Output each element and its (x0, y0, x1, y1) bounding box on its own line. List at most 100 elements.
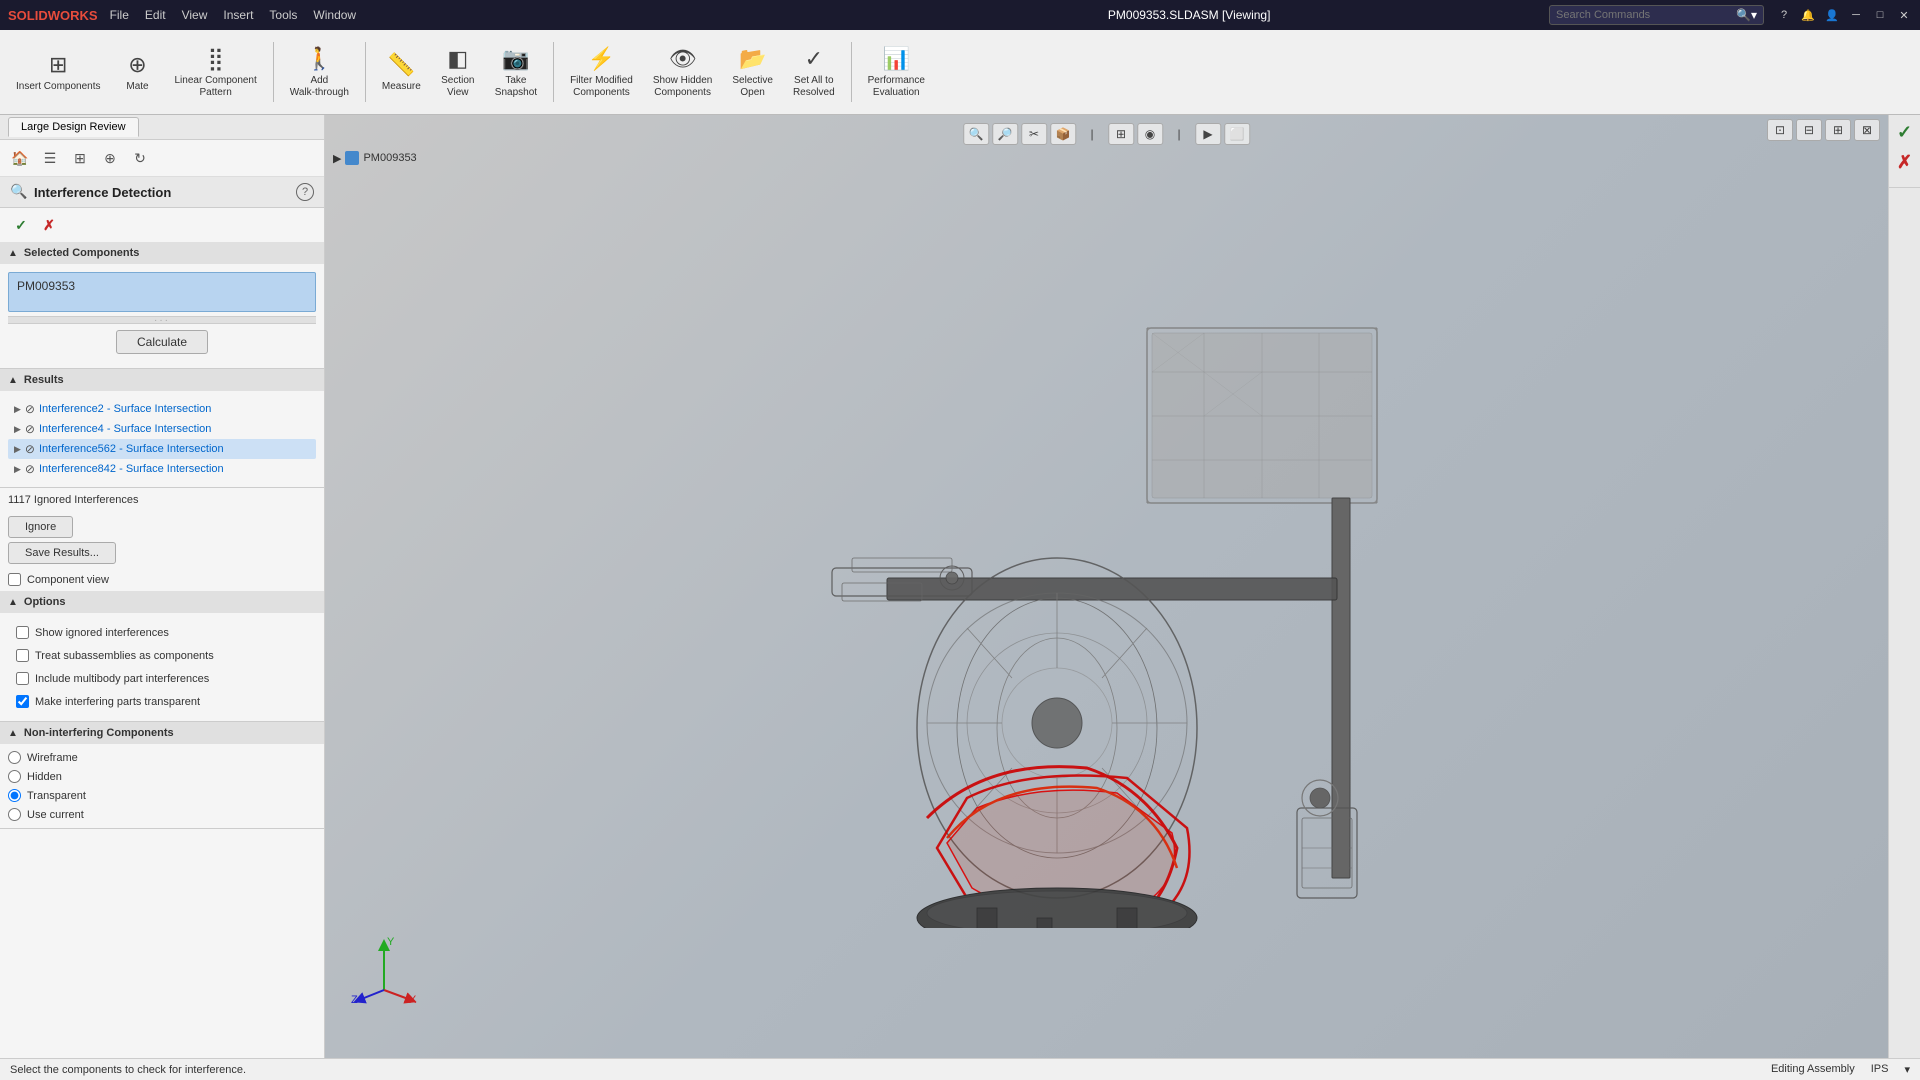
panel-content: 🔍 Interference Detection ? ✓ ✗ ▲ Selecte… (0, 177, 324, 1058)
ignore-button[interactable]: Ignore (8, 516, 73, 538)
result-item[interactable]: ▶⊘Interference4 - Surface Intersection (8, 419, 316, 439)
toolbar-section-view[interactable]: ◧ Section View (433, 36, 483, 108)
toolbar-filter-modified[interactable]: ⚡ Filter Modified Components (562, 36, 641, 108)
toolbar-mate[interactable]: ⊕ Mate (113, 36, 163, 108)
toolbar-set-resolved[interactable]: ✓ Set All to Resolved (785, 36, 843, 108)
non-interfering-option-row[interactable]: Hidden (8, 767, 316, 786)
right-cancel-icon[interactable]: ✗ (1892, 149, 1918, 175)
options-header[interactable]: ▲ Options (0, 591, 324, 613)
vp-trim-icon[interactable]: ✂ (1021, 123, 1047, 145)
panel-add-icon[interactable]: ⊕ (98, 146, 122, 170)
search-input[interactable] (1556, 9, 1736, 21)
help-button[interactable]: ? (296, 183, 314, 201)
units-status: IPS (1871, 1063, 1889, 1076)
menu-view[interactable]: View (182, 8, 208, 22)
toolbar-add-walkthrough[interactable]: 🚶 Add Walk-through (282, 36, 357, 108)
user-icon[interactable]: 👤 (1824, 7, 1840, 23)
panel-refresh-icon[interactable]: ↻ (128, 146, 152, 170)
vp-maximize-icon[interactable]: ⊞ (1825, 119, 1851, 141)
vp-view1-icon[interactable]: ⊞ (1108, 123, 1134, 145)
selected-components-header[interactable]: ▲ Selected Components (0, 242, 324, 264)
component-view-checkbox[interactable] (8, 573, 21, 586)
viewport[interactable]: 🔍 🔎 ✂ 📦 | ⊞ ◉ | ▶ ⬜ ▶ PM009353 (325, 115, 1888, 1058)
3d-model (757, 308, 1457, 928)
toolbar-insert-components[interactable]: ⊞ Insert Components (8, 36, 109, 108)
vp-box-icon[interactable]: 📦 (1050, 123, 1076, 145)
selected-components-box[interactable]: PM009353 (8, 272, 316, 312)
menu-tools[interactable]: Tools (269, 8, 297, 22)
help-icon[interactable]: ? (1776, 7, 1792, 23)
measure-icon: 📏 (388, 52, 415, 78)
assembly-icon (345, 151, 359, 165)
non-interfering-radio[interactable] (8, 808, 21, 821)
toolbar-linear-pattern[interactable]: ⣿ Linear Component Pattern (167, 36, 265, 108)
non-interfering-option-row[interactable]: Wireframe (8, 748, 316, 767)
result-item[interactable]: ▶⊘Interference562 - Surface Intersection (8, 439, 316, 459)
selective-open-icon: 📂 (739, 46, 766, 72)
vp-fit-icon[interactable]: ⊡ (1767, 119, 1793, 141)
non-interfering-radio[interactable] (8, 770, 21, 783)
option-checkbox[interactable] (16, 672, 29, 685)
non-interfering-chevron-icon: ▲ (8, 728, 18, 739)
option-row[interactable]: Make interfering parts transparent (8, 690, 316, 713)
performance-eval-label: Performance Evaluation (868, 75, 925, 99)
vp-minimize-icon[interactable]: ⊟ (1796, 119, 1822, 141)
non-interfering-option-row[interactable]: Use current (8, 805, 316, 824)
close-button[interactable]: ✕ (1896, 7, 1912, 23)
performance-eval-icon: 📊 (883, 46, 910, 72)
vp-close-view-icon[interactable]: ⊠ (1854, 119, 1880, 141)
component-view-row[interactable]: Component view (0, 568, 324, 591)
option-checkbox[interactable] (16, 649, 29, 662)
results-header[interactable]: ▲ Results (0, 369, 324, 391)
toolbar-selective-open[interactable]: 📂 Selective Open (724, 36, 781, 108)
right-ok-icon[interactable]: ✓ (1892, 119, 1918, 145)
panel-list-icon[interactable]: ☰ (38, 146, 62, 170)
maximize-button[interactable]: □ (1872, 7, 1888, 23)
calculate-button[interactable]: Calculate (116, 330, 208, 354)
vp-zoom-area-icon[interactable]: 🔎 (992, 123, 1018, 145)
selected-components-section: ▲ Selected Components PM009353 Calculate (0, 242, 324, 369)
toolbar-show-hidden[interactable]: 👁 Show Hidden Components (645, 36, 720, 108)
result-item[interactable]: ▶⊘Interference2 - Surface Intersection (8, 399, 316, 419)
svg-text:Y: Y (387, 936, 395, 948)
non-interfering-header[interactable]: ▲ Non-interfering Components (0, 722, 324, 744)
vp-display-icon[interactable]: ⬜ (1224, 123, 1250, 145)
menu-edit[interactable]: Edit (145, 8, 166, 22)
non-interfering-section: ▲ Non-interfering Components WireframeHi… (0, 722, 324, 829)
toolbar-separator-3 (553, 42, 554, 102)
minimize-button[interactable]: ─ (1848, 7, 1864, 23)
tab-large-design-review[interactable]: Large Design Review (8, 117, 139, 137)
notification-icon[interactable]: 🔔 (1800, 7, 1816, 23)
results-title: Results (24, 374, 64, 386)
option-checkbox[interactable] (16, 626, 29, 639)
save-results-button[interactable]: Save Results... (8, 542, 116, 564)
option-row[interactable]: Show ignored interferences (8, 621, 316, 644)
selected-components-content: PM009353 Calculate (0, 264, 324, 368)
panel-grid-icon[interactable]: ⊞ (68, 146, 92, 170)
option-row[interactable]: Treat subassemblies as components (8, 644, 316, 667)
non-interfering-radio[interactable] (8, 789, 21, 802)
menu-file[interactable]: File (110, 8, 129, 22)
non-interfering-radio[interactable] (8, 751, 21, 764)
search-box[interactable]: 🔍 ▾ (1549, 5, 1764, 25)
drag-divider[interactable] (8, 316, 316, 324)
vp-render-icon[interactable]: ▶ (1195, 123, 1221, 145)
toolbar-snapshot[interactable]: 📷 Take Snapshot (487, 36, 545, 108)
result-item[interactable]: ▶⊘Interference842 - Surface Intersection (8, 459, 316, 479)
panel-home-icon[interactable]: 🏠 (8, 146, 32, 170)
snapshot-label: Take Snapshot (495, 75, 537, 99)
option-row[interactable]: Include multibody part interferences (8, 667, 316, 690)
cancel-button[interactable]: ✗ (38, 214, 60, 236)
non-interfering-option-row[interactable]: Transparent (8, 786, 316, 805)
dropdown-arrow-icon[interactable]: ▾ (1751, 8, 1757, 22)
menu-insert[interactable]: Insert (223, 8, 253, 22)
menu-window[interactable]: Window (313, 8, 356, 22)
ok-button[interactable]: ✓ (10, 214, 32, 236)
option-checkbox[interactable] (16, 695, 29, 708)
vp-zoom-icon[interactable]: 🔍 (963, 123, 989, 145)
toolbar-separator-1 (273, 42, 274, 102)
vp-view2-icon[interactable]: ◉ (1137, 123, 1163, 145)
toolbar-measure[interactable]: 📏 Measure (374, 36, 429, 108)
toolbar-performance-eval[interactable]: 📊 Performance Evaluation (860, 36, 933, 108)
units-arrow[interactable]: ▾ (1904, 1063, 1910, 1076)
